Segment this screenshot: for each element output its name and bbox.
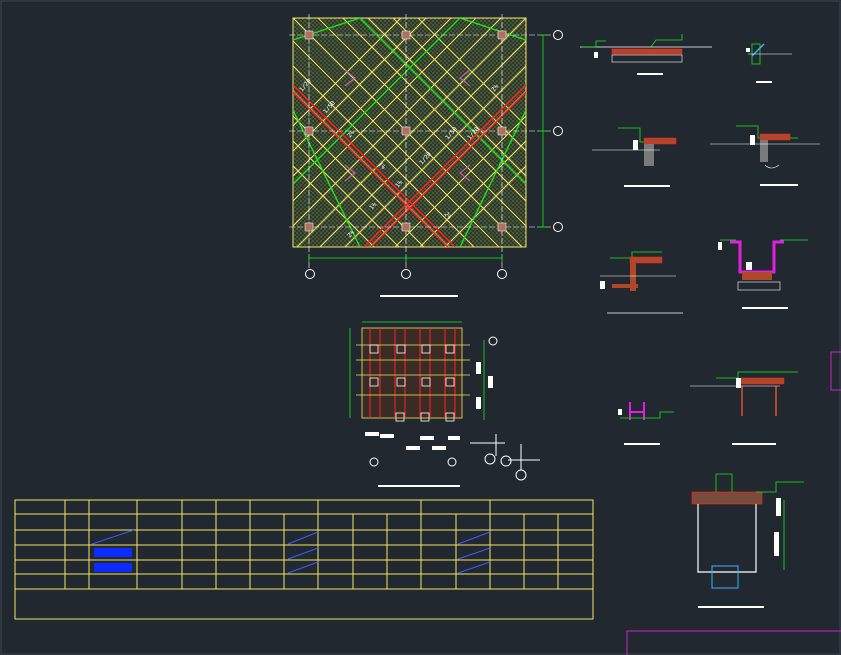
section-detail-2 (746, 43, 792, 83)
section-detail-1 (580, 34, 712, 75)
title-block-frame (626, 630, 841, 655)
section-detail-6 (718, 239, 808, 309)
section-detail-7 (618, 402, 674, 445)
section-detail-8 (690, 371, 798, 445)
schedule-table-marks (91, 529, 491, 574)
section-detail-4 (710, 125, 820, 186)
section-detail-5 (600, 251, 683, 314)
schedule-table (14, 499, 594, 620)
section-detail-3 (592, 127, 677, 187)
section-detail-9 (691, 473, 804, 608)
cad-drawing-canvas: 1/20 1/50 2% 1/20 2% 1/50 1% 1/20 1% 1% … (0, 0, 841, 655)
structural-plan-detail (349, 321, 540, 487)
